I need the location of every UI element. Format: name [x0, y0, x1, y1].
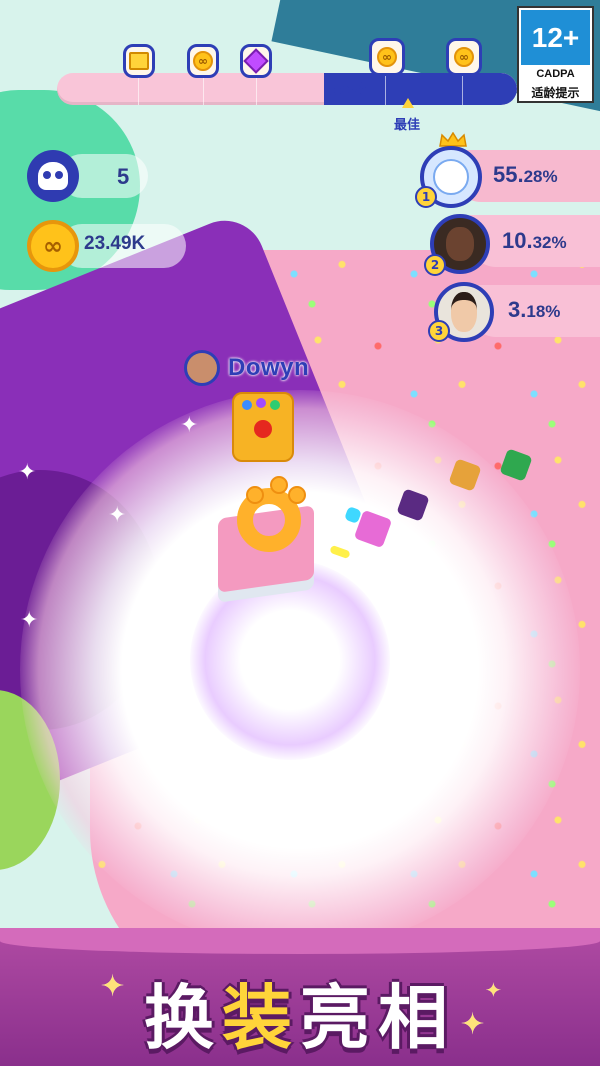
age-rating-note: 适龄提示: [531, 86, 580, 100]
player-avatar: [184, 350, 220, 386]
age-rating-badge: 12+ CADPA 适龄提示: [517, 6, 594, 103]
donut-knob: [246, 486, 264, 504]
coin-icon: ∞: [27, 220, 79, 272]
rank-badge: 2: [424, 254, 446, 276]
coins-count: 23.49K: [84, 233, 146, 254]
coin-icon: [446, 38, 482, 76]
rank-badge: 3: [428, 320, 450, 342]
sparkle-icon: ✦: [108, 503, 127, 528]
purple-gem-icon: [240, 44, 272, 78]
coin-icon: [369, 38, 405, 76]
best-label: 最佳: [394, 118, 421, 133]
leaderboard-percent: 55.28%: [493, 162, 558, 187]
gift-box-icon: [123, 44, 155, 78]
coin-icon: [187, 44, 219, 78]
leaderboard-percent: 3.18%: [508, 297, 561, 322]
rank-badge: 1: [415, 186, 437, 208]
player-tag: Dowyn: [184, 350, 309, 386]
sparkle-icon: ✦: [20, 608, 39, 633]
donut-knob: [288, 486, 306, 504]
progress-percent: 55%: [328, 79, 368, 100]
gauntlet-item: [232, 392, 294, 462]
progress-bar: [57, 73, 517, 105]
progress-tick: [385, 73, 386, 105]
age-rating-org: CADPA: [536, 68, 575, 80]
sparkle-icon: ✦: [18, 460, 37, 485]
donut-knob: [270, 476, 288, 494]
best-marker-icon: [402, 98, 414, 108]
progress-tick: [462, 73, 463, 105]
sparkle-icon: ✦: [180, 413, 199, 438]
age-rating: 12+: [521, 10, 590, 65]
player-name: Dowyn: [228, 354, 310, 381]
leaderboard-percent: 10.32%: [502, 228, 567, 253]
banner-title: 换装亮相: [144, 977, 456, 1059]
skull-icon: [27, 150, 79, 202]
kills-count: 5: [117, 164, 130, 189]
